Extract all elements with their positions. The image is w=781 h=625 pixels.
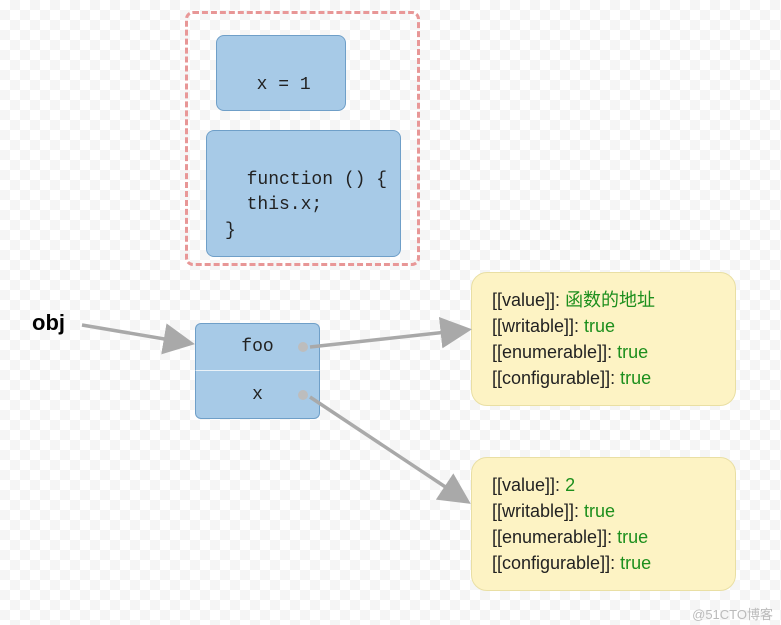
descriptor-foo-enumerable-label: [[enumerable]]: [492, 342, 612, 362]
descriptor-foo-writable-value: true [584, 316, 615, 336]
descriptor-foo-configurable-label: [[configurable]]: [492, 368, 615, 388]
descriptor-x-writable-row: [[writable]]: true [492, 498, 715, 524]
descriptor-x-value-row: [[value]]: 2 [492, 472, 715, 498]
arrow-obj-to-props [82, 325, 188, 343]
statement-x-assign: x = 1 [216, 35, 346, 111]
descriptor-foo-value-value: 函数的地址 [565, 290, 655, 310]
arrow-foo-to-descriptor [310, 330, 465, 347]
arrow-x-to-descriptor [310, 397, 465, 500]
descriptor-foo-value-row: [[value]]: 函数的地址 [492, 287, 715, 313]
descriptor-x-value-value: 2 [565, 475, 575, 495]
descriptor-foo-configurable-row: [[configurable]]: true [492, 365, 715, 391]
property-x-text: x [252, 385, 263, 405]
connector-dot-x [298, 390, 308, 400]
descriptor-foo-value-label: [[value]]: [492, 290, 560, 310]
descriptor-foo-writable-label: [[writable]]: [492, 316, 579, 336]
descriptor-x-enumerable-value: true [617, 527, 648, 547]
statement-function: function () { this.x; } [206, 130, 401, 257]
watermark: @51CTO博客 [692, 604, 773, 623]
statement-function-text: function () { this.x; } [225, 170, 387, 240]
descriptor-foo-box: [[value]]: 函数的地址 [[writable]]: true [[en… [471, 272, 736, 406]
connector-dot-foo [298, 342, 308, 352]
descriptor-foo-enumerable-value: true [617, 342, 648, 362]
descriptor-x-configurable-value: true [620, 553, 651, 573]
descriptor-x-value-label: [[value]]: [492, 475, 560, 495]
descriptor-x-writable-value: true [584, 501, 615, 521]
obj-label: obj [32, 310, 65, 336]
statement-x-assign-text: x = 1 [257, 75, 311, 95]
descriptor-x-configurable-row: [[configurable]]: true [492, 550, 715, 576]
descriptor-x-enumerable-label: [[enumerable]]: [492, 527, 612, 547]
property-foo-text: foo [241, 337, 273, 357]
descriptor-x-configurable-label: [[configurable]]: [492, 553, 615, 573]
descriptor-x-enumerable-row: [[enumerable]]: true [492, 524, 715, 550]
descriptor-foo-enumerable-row: [[enumerable]]: true [492, 339, 715, 365]
descriptor-x-box: [[value]]: 2 [[writable]]: true [[enumer… [471, 457, 736, 591]
descriptor-foo-configurable-value: true [620, 368, 651, 388]
descriptor-x-writable-label: [[writable]]: [492, 501, 579, 521]
descriptor-foo-writable-row: [[writable]]: true [492, 313, 715, 339]
